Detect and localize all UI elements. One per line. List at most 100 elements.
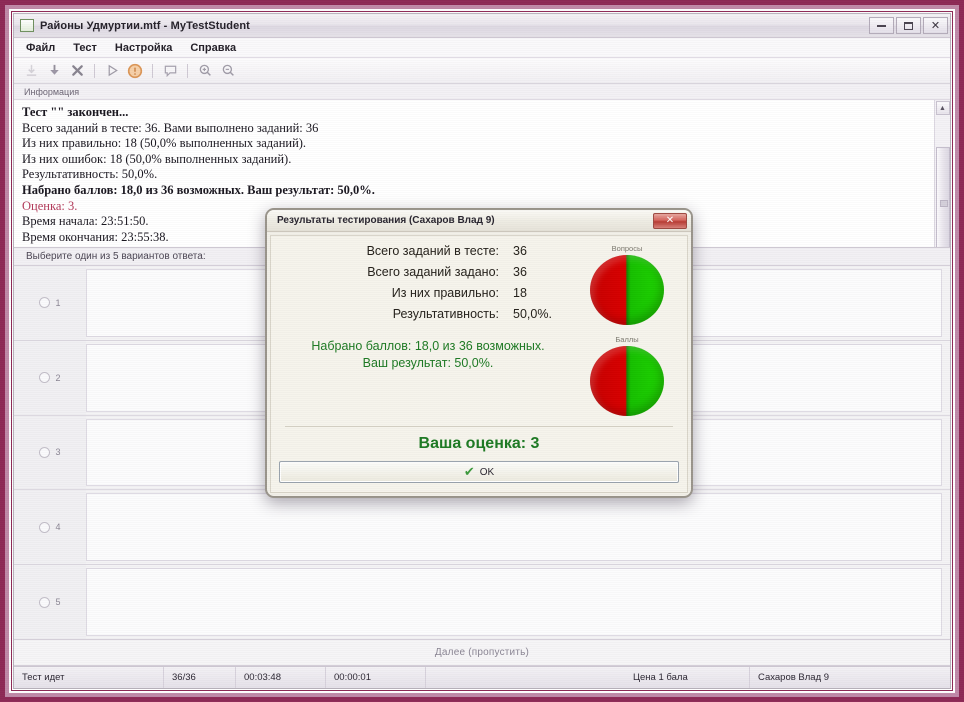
dialog-grade-text: Ваша оценка: 3	[418, 435, 540, 452]
dialog-footer: ✔ OK	[271, 461, 687, 492]
dialog-title: Результаты тестирования (Сахаров Влад 9)	[277, 215, 495, 226]
menu-settings[interactable]: Настройка	[115, 42, 172, 54]
dialog-statistics: Всего заданий в тесте: 36 Всего заданий …	[271, 244, 575, 416]
dialog-title-bar: Результаты тестирования (Сахаров Влад 9)…	[267, 210, 691, 232]
status-bar: Тест идет 36/36 00:03:48 00:00:01 Цена 1…	[14, 666, 950, 688]
menu-help[interactable]: Справка	[190, 42, 236, 54]
dialog-score-summary: Набрано баллов: 18,0 из 36 возможных. Ва…	[281, 328, 575, 372]
scroll-up-icon[interactable]: ▲	[935, 101, 950, 115]
maximize-button[interactable]	[896, 17, 921, 34]
answer-option-row[interactable]: 5	[14, 565, 950, 639]
toolbar-separator	[94, 63, 95, 78]
minimize-button[interactable]	[869, 17, 894, 34]
status-elapsed: 00:03:48	[236, 667, 326, 688]
radio-button-icon[interactable]	[39, 297, 51, 309]
answer-gutter: 1	[14, 266, 86, 340]
stat-value: 36	[513, 265, 527, 279]
dialog-ok-label: OK	[479, 466, 495, 478]
stat-label: Всего заданий задано:	[367, 265, 499, 279]
status-point-price: Цена 1 бала	[625, 667, 750, 688]
answer-option-row[interactable]: 4	[14, 490, 950, 566]
points-chart-label: Баллы	[615, 335, 639, 344]
scrollbar-track[interactable]	[935, 115, 950, 247]
info-panel-scrollbar[interactable]: ▲ ▼	[934, 100, 950, 247]
info-line: Результативность: 50,0%.	[22, 167, 158, 182]
stat-row-correct: Из них правильно: 18	[281, 286, 575, 300]
status-progress: 36/36	[164, 667, 236, 688]
status-state: Тест идет	[14, 667, 164, 688]
title-bar: Районы Удмуртии.mtf - MyTestStudent ✕	[14, 14, 950, 38]
radio-button-icon[interactable]	[39, 521, 51, 533]
dialog-charts: Вопросы Баллы	[575, 244, 687, 416]
toolbar	[14, 58, 950, 84]
dialog-upper-section: Всего заданий в тесте: 36 Всего заданий …	[271, 236, 687, 416]
questions-chart-block: Вопросы	[590, 244, 664, 325]
scrollbar-grip	[939, 200, 948, 207]
menu-file[interactable]: Файл	[26, 42, 55, 54]
answer-number: 5	[55, 597, 61, 608]
stat-value: 36	[513, 244, 527, 258]
comment-icon[interactable]	[161, 62, 179, 80]
stat-label: Всего заданий в тесте:	[366, 244, 499, 258]
answer-gutter: 4	[14, 490, 86, 565]
checkmark-icon: ✔	[463, 464, 475, 480]
stat-value: 50,0%.	[513, 307, 552, 321]
questions-pie-chart	[590, 255, 664, 325]
answer-number: 2	[55, 372, 61, 383]
start-test-icon[interactable]	[103, 62, 121, 80]
stop-test-icon[interactable]	[126, 62, 144, 80]
answer-number: 3	[55, 447, 61, 458]
info-panel-tab[interactable]: Информация	[14, 84, 950, 100]
scrollbar-thumb[interactable]	[935, 147, 950, 247]
close-button[interactable]: ✕	[923, 17, 948, 34]
info-line: Набрано баллов: 18,0 из 36 возможных. Ва…	[22, 182, 375, 197]
zoom-out-icon[interactable]	[219, 62, 237, 80]
next-question-button[interactable]: Далее (пропустить)	[435, 647, 529, 658]
info-line: Из них ошибок: 18 (50,0% выполненных зад…	[22, 151, 292, 166]
info-panel-tab-label: Информация	[24, 86, 80, 97]
status-user: Сахаров Влад 9	[758, 672, 830, 683]
answer-gutter: 5	[14, 565, 86, 639]
stat-value: 18	[513, 286, 527, 300]
dialog-body: Всего заданий в тесте: 36 Всего заданий …	[270, 235, 688, 493]
dialog-close-button[interactable]: ✕	[653, 212, 687, 229]
toolbar-separator	[187, 63, 188, 78]
next-question-bar: Далее (пропустить)	[14, 640, 950, 666]
answer-text-field[interactable]	[86, 493, 942, 562]
score-points-line: Набрано баллов: 18,0 из 36 возможных.	[311, 339, 545, 353]
document-icon	[20, 19, 34, 32]
questions-chart-label: Вопросы	[611, 244, 643, 253]
zoom-in-icon[interactable]	[196, 62, 214, 80]
stat-label: Результативность:	[392, 307, 499, 321]
toolbar-separator	[152, 63, 153, 78]
radio-button-icon[interactable]	[39, 596, 51, 608]
decorative-frame: Районы Удмуртии.mtf - MyTestStudent ✕ Фа…	[0, 0, 964, 702]
answer-gutter: 2	[14, 340, 86, 415]
question-prompt-label: Выберите один из 5 вариантов ответа:	[26, 251, 206, 262]
menu-test[interactable]: Тест	[73, 42, 97, 54]
info-line: Из них правильно: 18 (50,0% выполненных …	[22, 136, 307, 151]
points-pie-chart	[590, 346, 664, 416]
status-question-time: 00:00:01	[326, 667, 426, 688]
answer-text-field[interactable]	[86, 568, 942, 636]
close-test-icon[interactable]	[68, 62, 86, 80]
stat-row-effectiveness: Результативность: 50,0%.	[281, 307, 575, 321]
menu-bar: Файл Тест Настройка Справка	[14, 38, 950, 58]
answer-number: 4	[55, 522, 61, 533]
stat-row-total-asked: Всего заданий задано: 36	[281, 265, 575, 279]
window-title: Районы Удмуртии.mtf - MyTestStudent	[40, 19, 250, 32]
stat-row-total-in-test: Всего заданий в тесте: 36	[281, 244, 575, 258]
status-spacer	[426, 667, 625, 688]
score-percent-line: Ваш результат: 50,0%.	[362, 356, 494, 370]
radio-button-icon[interactable]	[39, 372, 51, 384]
radio-button-icon[interactable]	[39, 446, 51, 458]
stat-label: Из них правильно:	[391, 286, 499, 300]
info-line: Всего заданий в тесте: 36. Вами выполнен…	[22, 120, 319, 135]
answer-number: 1	[55, 297, 61, 308]
results-dialog: Результаты тестирования (Сахаров Влад 9)…	[265, 208, 693, 498]
open-test-icon[interactable]	[22, 62, 40, 80]
answer-gutter: 3	[14, 415, 86, 490]
info-line: Тест "" закончен...	[22, 105, 129, 119]
dialog-ok-button[interactable]: ✔ OK	[279, 461, 679, 483]
download-test-icon[interactable]	[45, 62, 63, 80]
